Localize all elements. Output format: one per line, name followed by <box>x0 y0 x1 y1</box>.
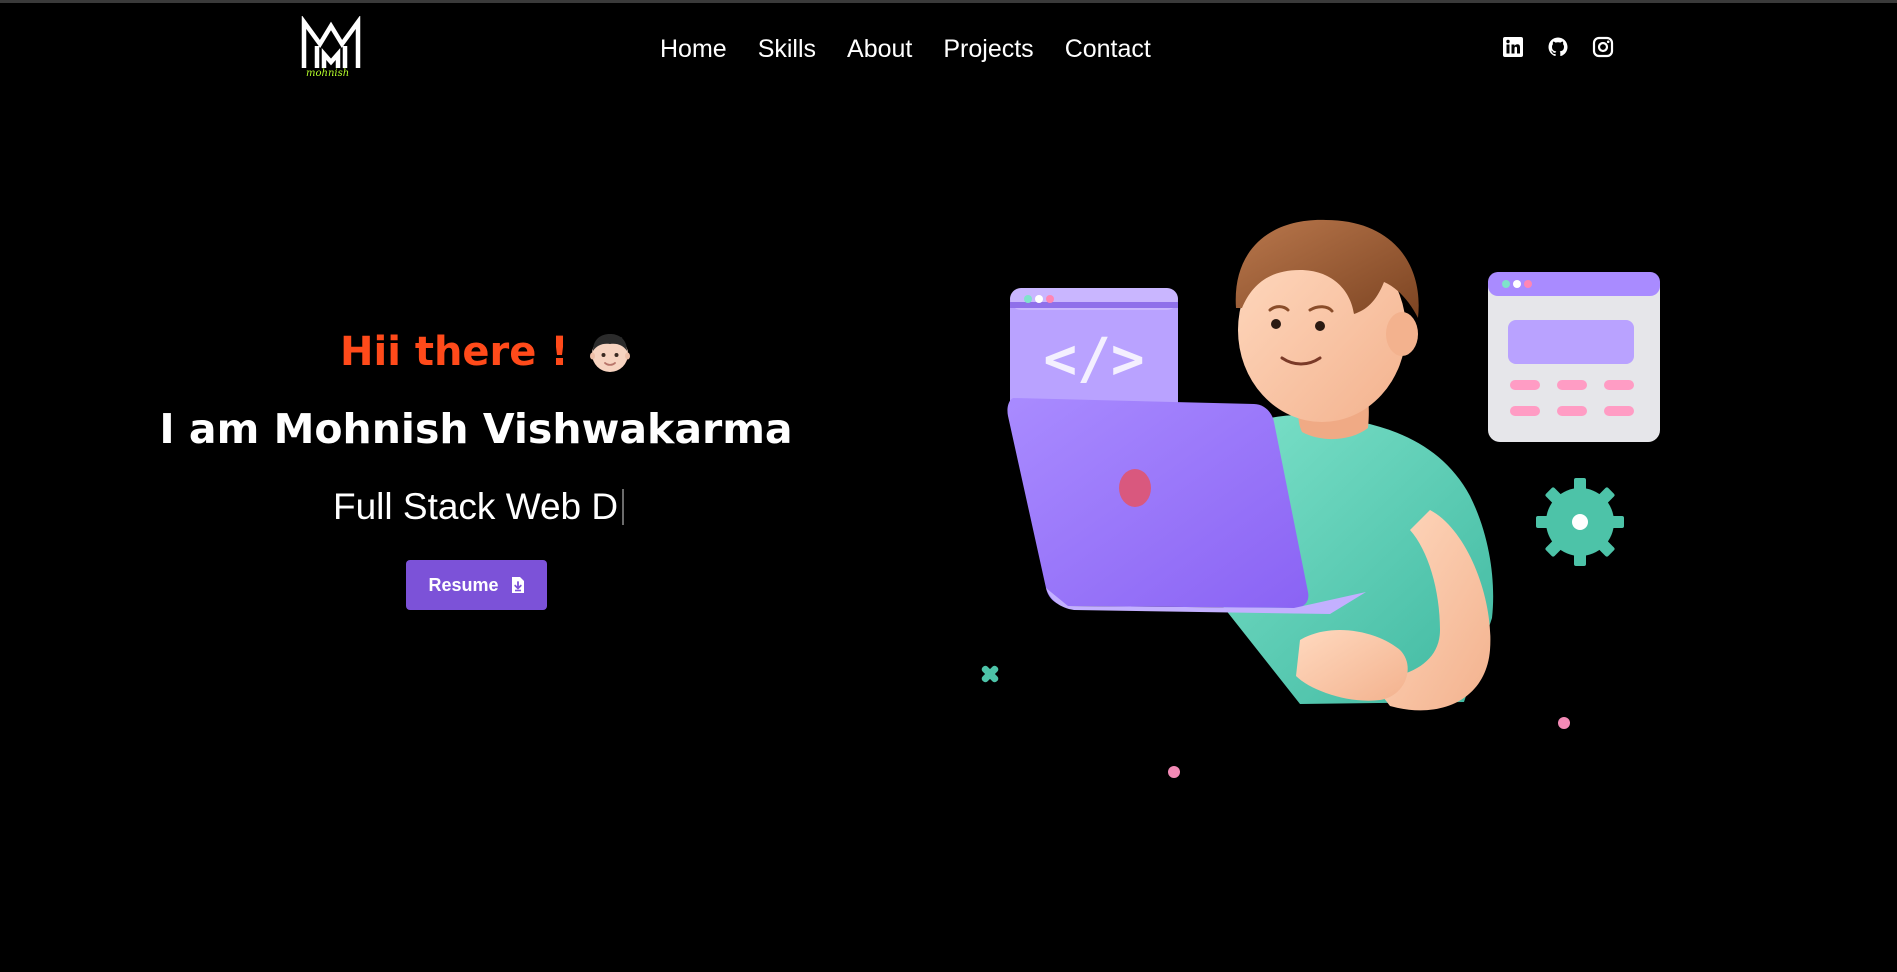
instagram-icon[interactable] <box>1592 36 1614 58</box>
decor-dot <box>1558 717 1570 729</box>
hero-greeting: Hii there ! <box>340 326 633 378</box>
laptop-logo <box>1119 469 1151 507</box>
download-file-icon <box>511 577 524 593</box>
social-links <box>1502 36 1614 58</box>
github-icon[interactable] <box>1547 36 1569 58</box>
typing-caret <box>622 489 625 525</box>
decor-dot <box>1168 766 1180 778</box>
nav-home[interactable]: Home <box>660 32 727 66</box>
mm-monogram-logo <box>301 15 361 68</box>
linkedin-icon[interactable] <box>1502 36 1524 58</box>
top-border <box>0 0 1897 3</box>
nav-contact[interactable]: Contact <box>1065 32 1151 66</box>
main-nav: Home Skills About Projects Contact <box>660 32 1151 66</box>
resume-button[interactable]: Resume <box>406 560 547 610</box>
decor-cross <box>981 665 999 683</box>
boy-face-icon <box>589 334 630 372</box>
nav-skills[interactable]: Skills <box>758 32 816 66</box>
gear-icon <box>1536 478 1624 566</box>
nav-projects[interactable]: Projects <box>943 32 1033 66</box>
developer-with-laptop-illustration: </> <box>981 219 1660 778</box>
logo-signature: mohnish <box>306 68 350 79</box>
nav-about[interactable]: About <box>847 32 912 66</box>
site-logo[interactable]: mohnish <box>300 15 362 84</box>
code-window-card: </> <box>1010 288 1178 416</box>
portfolio-page: mohnish Home Skills About Projects Conta… <box>0 0 1897 972</box>
code-symbol: </> <box>1043 327 1144 392</box>
form-window-card <box>1488 272 1660 442</box>
hero-name: I am Mohnish Vishwakarma <box>159 405 793 453</box>
greeting-text: Hii there ! <box>340 329 569 375</box>
typing-role-text: Full Stack Web D <box>333 482 625 532</box>
resume-button-label: Resume <box>428 574 499 595</box>
typing-text: Full Stack Web D <box>333 486 619 527</box>
